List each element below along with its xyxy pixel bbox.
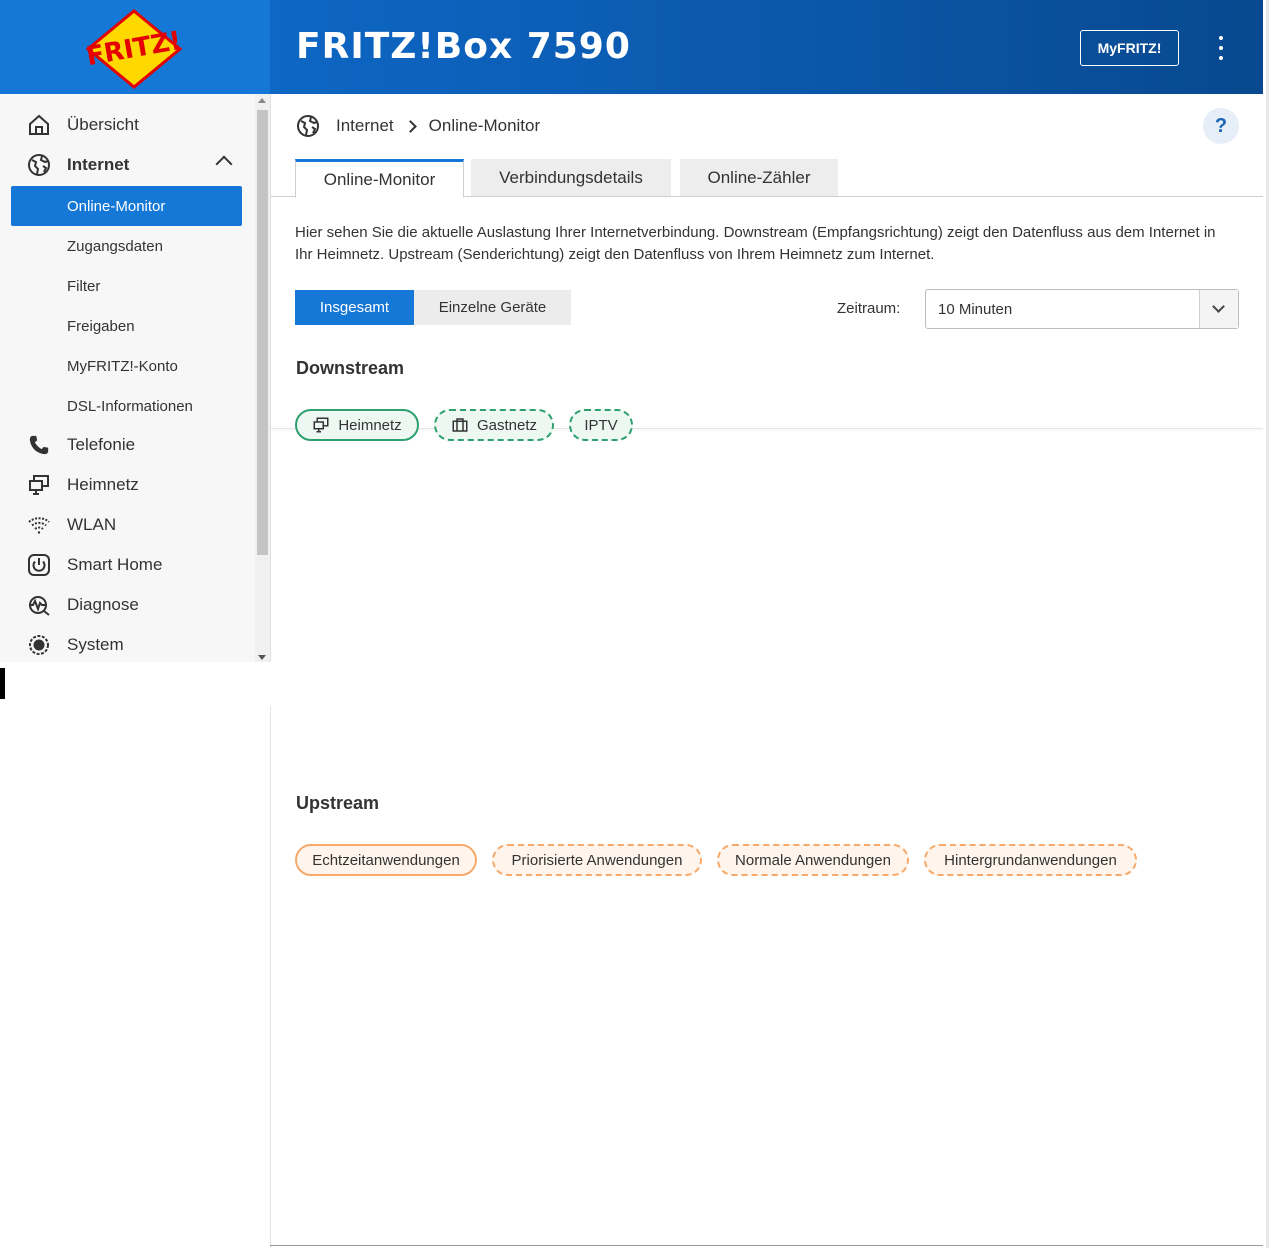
upstream-title: Upstream — [296, 793, 380, 813]
legend-hintergrundanwendungen[interactable]: Hintergrundanwendungen — [924, 844, 1137, 876]
product-title: FRITZ!Box 7590 — [296, 26, 631, 67]
scroll-up-arrow-icon[interactable] — [258, 98, 266, 103]
logo-area: FRITZ! — [0, 0, 270, 94]
tab-online-zaehler[interactable]: Online-Zähler — [680, 159, 838, 196]
legend-label: Heimnetz — [338, 416, 402, 434]
legend-label: Normale Anwendungen — [735, 851, 891, 869]
subitem-label: Freigaben — [67, 317, 135, 335]
sidebar-subitem-zugangsdaten[interactable]: Zugangsdaten — [11, 226, 242, 266]
sidebar-item-label: WLAN — [67, 515, 117, 534]
sidebar-item-diagnose[interactable]: Diagnose — [0, 585, 255, 625]
sidebar-item-label: Diagnose — [67, 595, 139, 614]
chevron-up-icon[interactable] — [215, 155, 233, 173]
description-text: Hier sehen Sie die aktuelle Auslastung I… — [295, 224, 1216, 263]
subitem-label: DSL-Informationen — [67, 397, 193, 415]
legend-normale-anwendungen[interactable]: Normale Anwendungen — [717, 844, 909, 876]
legend-iptv[interactable]: IPTV — [569, 409, 633, 441]
power-icon — [26, 552, 52, 578]
sidebar-subitem-myfritz-konto[interactable]: MyFRITZ!-Konto — [11, 346, 242, 386]
breadcrumb-current: Online-Monitor — [428, 116, 541, 135]
myfritz-button[interactable]: MyFRITZ! — [1080, 30, 1179, 66]
diagnose-icon — [26, 592, 52, 618]
sidebar-item-smart-home[interactable]: Smart Home — [0, 545, 255, 585]
toggle-einzelne-geraete[interactable]: Einzelne Geräte — [414, 290, 571, 325]
legend-priorisierte-anwendungen[interactable]: Priorisierte Anwendungen — [492, 844, 702, 876]
sidebar-item-label: Smart Home — [67, 555, 163, 574]
globe-icon — [297, 115, 319, 137]
legend-gastnetz[interactable]: Gastnetz — [434, 409, 554, 441]
toggle-insgesamt[interactable]: Insgesamt — [295, 290, 414, 325]
gear-icon — [26, 632, 52, 658]
sidebar-item-wlan[interactable]: WLAN — [0, 505, 255, 545]
home-icon — [26, 112, 52, 138]
monitor-icon — [26, 472, 52, 498]
legend-label: Echtzeitanwendungen — [312, 851, 460, 869]
sidebar-item-label: Internet — [67, 155, 130, 174]
sidebar-item-telefonie[interactable]: Telefonie — [0, 425, 255, 465]
subitem-label: Online-Monitor — [67, 197, 166, 215]
zeitraum-value: 10 Minuten — [938, 301, 1013, 318]
chevron-down-icon[interactable] — [1199, 290, 1238, 328]
sidebar-item-internet[interactable]: Internet — [0, 145, 255, 185]
tab-online-monitor[interactable]: Online-Monitor — [295, 159, 464, 198]
subitem-label: Zugangsdaten — [67, 237, 163, 255]
fritz-logo[interactable]: FRITZ! — [86, 9, 182, 89]
wifi-icon — [26, 512, 52, 538]
sidebar-item-heimnetz[interactable]: Heimnetz — [0, 465, 255, 505]
chevron-right-icon — [403, 119, 417, 133]
legend-label: Priorisierte Anwendungen — [511, 851, 683, 869]
sidebar-bottom-gap — [0, 662, 270, 706]
sidebar-subitem-freigaben[interactable]: Freigaben — [11, 306, 242, 346]
subitem-label: Filter — [67, 277, 101, 295]
sidebar-item-system[interactable]: System — [0, 625, 255, 662]
sidebar-item-uebersicht[interactable]: Übersicht — [0, 105, 255, 145]
sidebar-item-label: Heimnetz — [67, 475, 139, 494]
help-button[interactable]: ? — [1203, 108, 1239, 144]
downstream-title: Downstream — [296, 358, 405, 378]
sidebar-subitem-online-monitor[interactable]: Online-Monitor — [11, 186, 242, 226]
sidebar-subitem-dsl-informationen[interactable]: DSL-Informationen — [11, 386, 242, 426]
scroll-down-arrow-icon[interactable] — [258, 655, 266, 660]
sidebar-item-label: Telefonie — [67, 435, 136, 454]
suitcase-icon — [452, 418, 468, 432]
zeitraum-select[interactable]: 10 Minuten — [925, 289, 1239, 329]
downstream-divider — [271, 428, 1263, 429]
legend-echtzeitanwendungen[interactable]: Echtzeitanwendungen — [295, 844, 477, 876]
legend-label: IPTV — [584, 416, 618, 434]
breadcrumb: Internet Online-Monitor — [296, 113, 540, 139]
sidebar-scrollbar-thumb[interactable] — [257, 110, 268, 555]
legend-label: Hintergrundanwendungen — [944, 851, 1117, 869]
legend-heimnetz[interactable]: Heimnetz — [295, 409, 419, 441]
top-header: FRITZ! FRITZ!Box 7590 MyFRITZ! — [0, 0, 1263, 94]
text-cursor — [0, 668, 5, 699]
subitem-label: MyFRITZ!-Konto — [67, 357, 178, 375]
legend-label: Gastnetz — [476, 416, 538, 434]
zeitraum-label: Zeitraum: — [837, 300, 901, 317]
phone-icon — [26, 432, 52, 458]
tab-verbindungsdetails[interactable]: Verbindungsdetails — [471, 159, 671, 196]
sidebar: Übersicht Internet Online-Monitor Zugang… — [0, 94, 271, 662]
divider — [270, 706, 271, 1248]
globe-icon — [26, 152, 52, 178]
monitor-icon — [313, 417, 329, 433]
breadcrumb-root[interactable]: Internet — [336, 116, 394, 136]
kebab-menu-icon[interactable] — [1212, 36, 1230, 60]
sidebar-item-label: Übersicht — [67, 115, 139, 134]
sidebar-item-label: System — [67, 635, 124, 654]
bottom-border — [270, 1245, 1263, 1246]
sidebar-subitem-filter[interactable]: Filter — [11, 266, 242, 306]
